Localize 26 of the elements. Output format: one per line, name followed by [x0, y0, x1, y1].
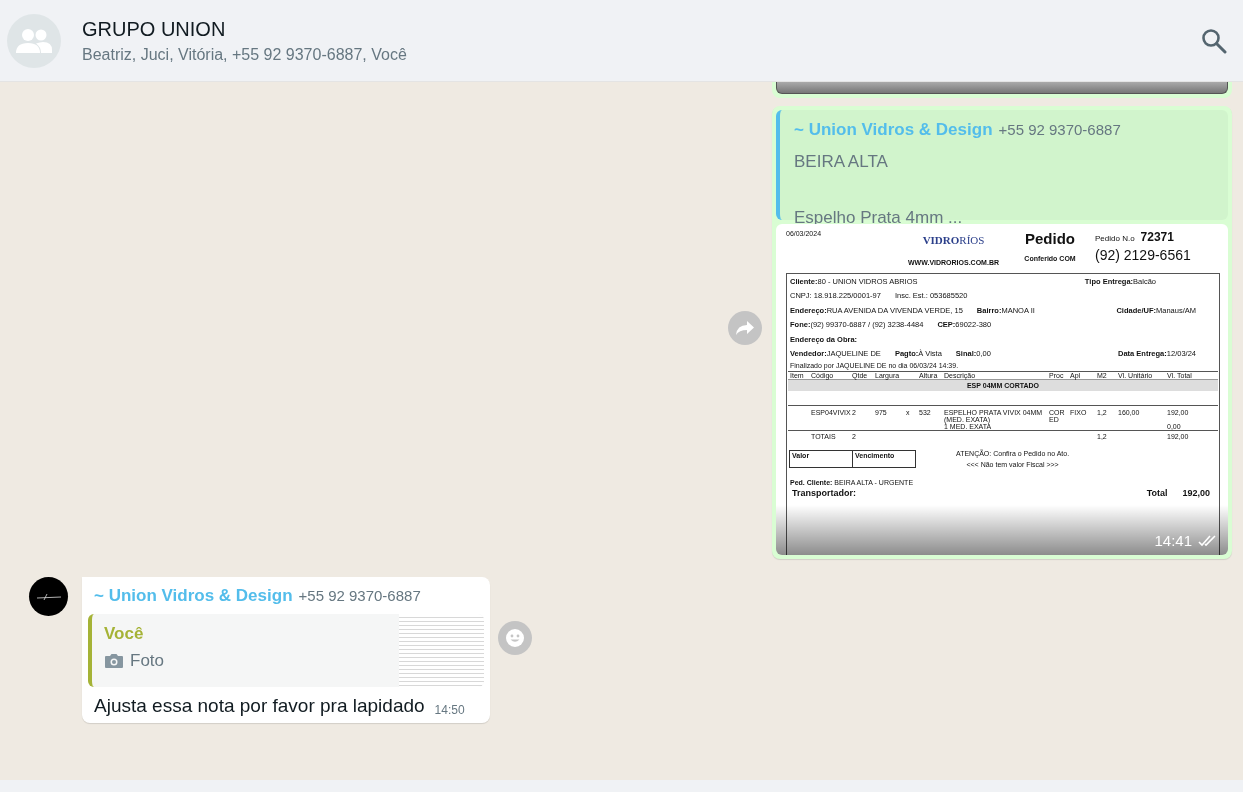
camera-icon	[104, 653, 124, 669]
quoted-sender: ~ Union Vidros & Design	[794, 120, 993, 139]
group-members: Beatriz, Juci, Vitória, +55 92 9370-6887, Você	[82, 45, 408, 64]
document-title: Pedido	[1025, 230, 1075, 247]
carrier-label: Transportador:	[792, 488, 856, 498]
quoted-phone: +55 92 9370-6887	[998, 121, 1121, 138]
logo-icon	[35, 592, 62, 601]
quoted-media-label: Foto	[130, 651, 165, 671]
message-time: 14:41	[1154, 532, 1192, 549]
order-number-label: Pedido N.o	[1095, 234, 1135, 243]
order-document-image[interactable]	[776, 224, 1228, 555]
quoted-message[interactable]: Você Foto	[88, 614, 484, 687]
brand-logo: VIDRORÍOS	[922, 234, 985, 246]
group-icon	[16, 27, 52, 54]
search-icon[interactable]	[1201, 27, 1227, 54]
sender-phone: +55 92 9370-6887	[298, 587, 421, 604]
smiley-icon	[505, 627, 525, 648]
message-time: 14:50	[434, 703, 465, 717]
order-total: Total 192,00	[1146, 488, 1210, 498]
quoted-sender: Você	[104, 624, 145, 644]
forward-icon	[735, 319, 755, 336]
group-title[interactable]: GRUPO UNION	[82, 17, 1201, 41]
message-text: Ajusta essa nota por favor pra lapidado	[94, 695, 425, 717]
order-number: 72371	[1140, 230, 1174, 244]
sender-avatar[interactable]	[29, 577, 68, 616]
document-phone: (92) 2129-6561	[1095, 247, 1191, 263]
